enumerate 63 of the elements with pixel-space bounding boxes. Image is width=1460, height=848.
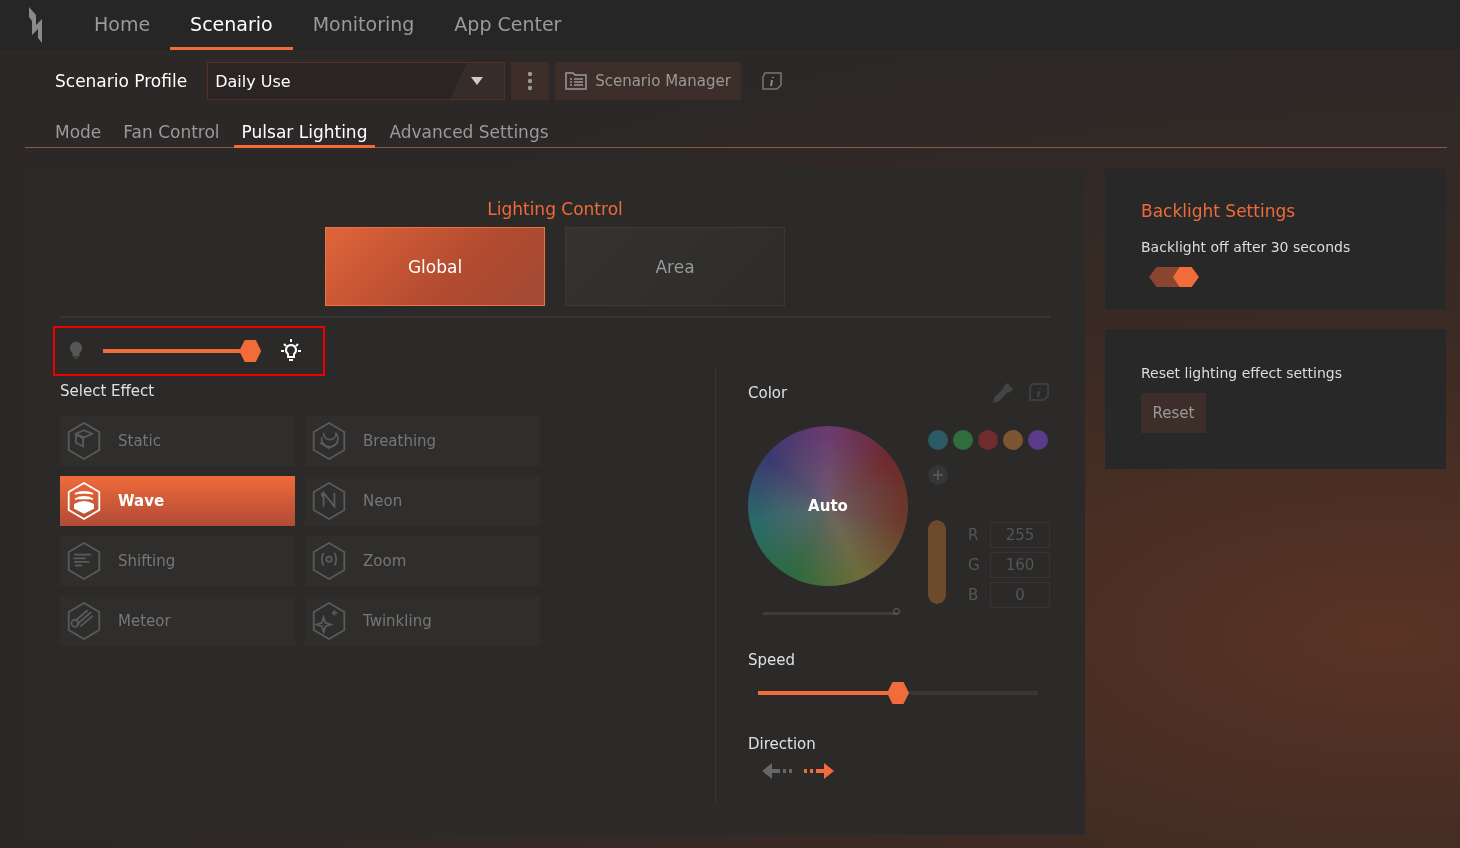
panel-title: Lighting Control bbox=[486, 199, 624, 219]
nav-tab[interactable]: Monitoring bbox=[292, 0, 435, 50]
right-arrow-icon[interactable] bbox=[804, 761, 836, 781]
section-label: Direction bbox=[748, 735, 817, 753]
effect-icon bbox=[311, 541, 347, 581]
effect-icon bbox=[66, 481, 102, 521]
effect-option[interactable]: Neon bbox=[305, 476, 540, 526]
effect-option[interactable]: Meteor bbox=[60, 596, 295, 646]
value-slider-fill[interactable] bbox=[928, 520, 946, 604]
effect-option[interactable]: Breathing bbox=[305, 416, 540, 466]
list-icon bbox=[565, 72, 588, 90]
card-title: Backlight Settings bbox=[1141, 201, 1297, 221]
effect-option[interactable]: Twinkling bbox=[305, 596, 540, 646]
add-color-button[interactable] bbox=[928, 465, 948, 485]
sub-tab[interactable]: Fan Control bbox=[115, 119, 228, 148]
sub-tab[interactable]: Pulsar Lighting bbox=[233, 119, 376, 148]
effect-icon bbox=[311, 421, 347, 461]
effect-icon bbox=[66, 541, 102, 581]
reset-text: Reset lighting effect settings bbox=[1141, 365, 1344, 381]
backlight-text: Backlight off after 30 seconds bbox=[1141, 239, 1352, 255]
color-swatch[interactable] bbox=[953, 430, 973, 450]
section-label: Speed bbox=[748, 651, 797, 669]
profile-dropdown[interactable]: Daily Use bbox=[207, 62, 506, 100]
plus-icon bbox=[933, 470, 943, 480]
profile-label: Scenario Profile bbox=[55, 71, 188, 91]
effect-option[interactable]: Zoom bbox=[305, 536, 540, 586]
nav-tab[interactable]: Home bbox=[74, 0, 171, 50]
effect-icon bbox=[66, 601, 102, 641]
effect-icon bbox=[311, 601, 347, 641]
color-swatch[interactable] bbox=[1028, 430, 1048, 450]
effect-icon bbox=[311, 481, 347, 521]
nav-tab[interactable]: App Center bbox=[434, 0, 582, 50]
logo-icon bbox=[28, 5, 44, 45]
section-label: Select Effect bbox=[60, 382, 156, 400]
effect-icon bbox=[66, 421, 102, 461]
effect-option[interactable]: Shifting bbox=[60, 536, 295, 586]
left-arrow-icon[interactable] bbox=[760, 761, 792, 781]
slider-thumb[interactable] bbox=[887, 682, 909, 704]
reset-button[interactable]: Reset bbox=[1141, 393, 1206, 433]
mode-button[interactable]: Global bbox=[325, 227, 545, 306]
effect-option[interactable]: Wave bbox=[60, 476, 295, 526]
info-icon[interactable] bbox=[760, 71, 783, 91]
color-swatch[interactable] bbox=[1003, 430, 1023, 450]
color-swatch[interactable] bbox=[978, 430, 998, 450]
color-wheel[interactable]: Auto bbox=[748, 426, 908, 586]
eyedropper-icon[interactable] bbox=[992, 382, 1014, 404]
mode-button[interactable]: Area bbox=[565, 227, 785, 306]
section-label: Color bbox=[748, 384, 788, 402]
caret-icon bbox=[471, 77, 484, 85]
sub-tab[interactable]: Advanced Settings bbox=[381, 119, 557, 148]
sub-tab[interactable]: Mode bbox=[47, 119, 110, 148]
more-button[interactable] bbox=[511, 62, 550, 100]
slider-thumb[interactable] bbox=[239, 340, 262, 362]
info-icon[interactable] bbox=[1028, 382, 1050, 402]
scenario-manager-button[interactable]: Scenario Manager bbox=[555, 62, 741, 100]
backlight-toggle[interactable] bbox=[1149, 267, 1199, 287]
dim-bulb-icon bbox=[69, 341, 83, 361]
brightness-control[interactable] bbox=[53, 326, 325, 376]
nav-tab[interactable]: Scenario bbox=[170, 0, 293, 50]
bright-bulb-icon bbox=[278, 338, 304, 364]
effect-option[interactable]: Static bbox=[60, 416, 295, 466]
more-icon bbox=[527, 71, 534, 91]
color-swatch[interactable] bbox=[928, 430, 948, 450]
